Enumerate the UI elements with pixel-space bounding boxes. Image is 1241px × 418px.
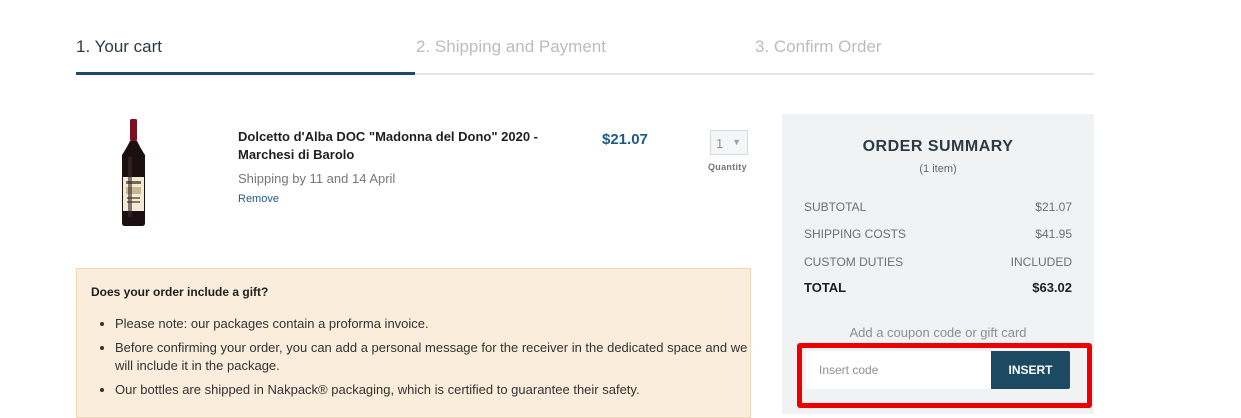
total-value: $63.02	[1032, 280, 1072, 295]
custom-duties-value: INCLUDED	[1010, 255, 1072, 269]
quantity-select[interactable]: 1 ▼	[710, 130, 748, 155]
step-confirm-order[interactable]: 3. Confirm Order	[755, 37, 882, 57]
gift-bullet: Our bottles are shipped in Nakpack® pack…	[115, 381, 760, 399]
gift-notice: Does your order include a gift? Please n…	[76, 268, 751, 418]
wine-bottle-image[interactable]	[76, 115, 192, 231]
chevron-down-icon: ▼	[732, 137, 741, 147]
shipping-costs-label: SHIPPING COSTS	[804, 227, 907, 241]
product-name[interactable]: Dolcetto d'Alba DOC "Madonna del Dono" 2…	[238, 128, 568, 164]
quantity-value: 1	[716, 136, 724, 151]
step-your-cart[interactable]: 1. Your cart	[76, 37, 162, 57]
gift-bullet: Before confirming your order, you can ad…	[115, 339, 760, 375]
checkout-steps: 1. Your cart 2. Shipping and Payment 3. …	[76, 0, 1094, 75]
subtotal-label: SUBTOTAL	[804, 200, 867, 214]
shipping-costs-value: $41.95	[1035, 227, 1072, 241]
insert-coupon-button[interactable]: INSERT	[991, 351, 1070, 389]
summary-item-count: (1 item)	[919, 163, 957, 175]
coupon-label: Add a coupon code or gift card	[849, 325, 1027, 340]
active-step-indicator	[76, 72, 415, 75]
remove-link[interactable]: Remove	[238, 193, 279, 205]
subtotal-value: $21.07	[1035, 200, 1072, 214]
quantity-label: Quantity	[708, 162, 747, 172]
gift-bullets: Please note: our packages contain a prof…	[91, 315, 760, 405]
gift-title: Does your order include a gift?	[91, 285, 269, 299]
shipping-estimate: Shipping by 11 and 14 April	[238, 171, 396, 186]
total-label: TOTAL	[804, 280, 847, 295]
coupon-code-input[interactable]	[806, 351, 992, 389]
gift-bullet: Please note: our packages contain a prof…	[115, 315, 760, 333]
custom-duties-label: CUSTOM DUTIES	[804, 255, 904, 269]
item-price: $21.07	[602, 131, 648, 148]
summary-title: ORDER SUMMARY	[862, 138, 1014, 155]
step-shipping-payment[interactable]: 2. Shipping and Payment	[416, 37, 606, 57]
